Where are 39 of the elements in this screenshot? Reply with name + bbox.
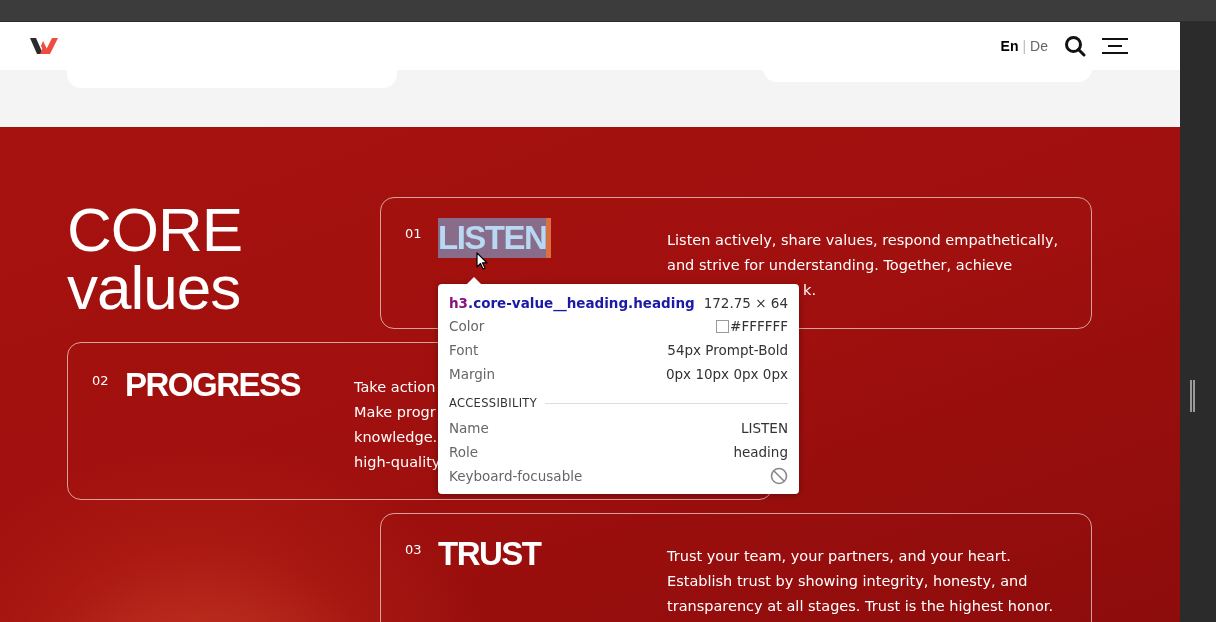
property-value: LISTEN [741, 420, 788, 436]
value-heading: LISTEN [438, 218, 552, 258]
cursor-icon [476, 252, 488, 270]
property-label: Font [449, 342, 479, 358]
description-text: Listen actively, share values, respond empathetically, [667, 231, 1059, 250]
description-text: Establish trust by showing integrity, honesty, and [667, 572, 1029, 591]
property-label: Margin [449, 366, 496, 382]
element-size: 172.75 × 64 [703, 295, 788, 311]
element-tag: h3 [449, 295, 468, 311]
section-heading: ACCESSIBILITY [449, 396, 537, 410]
description-text: knowledge. [354, 428, 439, 447]
value-number: 02 [92, 373, 110, 388]
color-swatch [716, 319, 730, 333]
property-value: #FFFFFF [730, 318, 788, 334]
description-text: Trust your team, your partners, and your heart. [667, 547, 1012, 566]
description-text: high-quality [354, 453, 441, 472]
language-link[interactable]: De [1030, 38, 1048, 54]
value-number: 03 [405, 542, 423, 557]
separator: | [1022, 38, 1027, 54]
description-text: Take action [354, 378, 437, 397]
description-text: transparency at all stages. Trust is the highest honor. [667, 597, 1054, 616]
menu-icon[interactable] [1102, 38, 1128, 54]
value-heading: TRUST [438, 534, 541, 574]
property-value: heading [733, 444, 788, 460]
search-icon[interactable] [1064, 35, 1086, 57]
scrollbar-handle[interactable] [1190, 380, 1195, 412]
property-value: 0px 10px 0px 0px [665, 366, 788, 382]
property-label: Color [449, 318, 485, 334]
property-label: Role [449, 444, 479, 460]
property-label: Name [449, 420, 489, 436]
language-link[interactable]: En [1000, 38, 1019, 54]
property-value: 54px Prompt-Bold [667, 342, 788, 358]
element-classes: .core-value__heading.heading [468, 295, 695, 311]
property-label: Keyboard-focusable [449, 468, 583, 484]
description-text: and strive for understanding. Together, achieve [667, 256, 1014, 275]
section-title: CORE values [67, 197, 244, 324]
description-text: Make progr [354, 403, 437, 422]
value-heading: PROGRESS [125, 365, 301, 405]
value-number: 01 [405, 226, 423, 241]
